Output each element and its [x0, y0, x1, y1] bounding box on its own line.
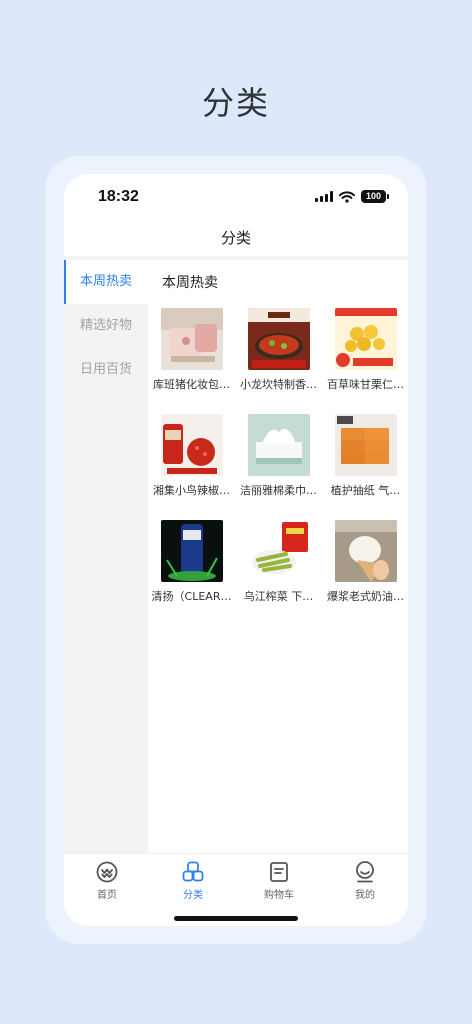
- product-card[interactable]: 湘集小鸟辣椒…: [148, 414, 235, 518]
- product-card[interactable]: 爆浆老式奶油…: [322, 520, 408, 624]
- nav-title: 分类: [220, 229, 251, 247]
- product-name: 乌江榨菜 下…: [243, 590, 314, 603]
- product-card[interactable]: 小龙坎特制香…: [235, 308, 322, 412]
- section-title: 本周热卖: [162, 275, 218, 291]
- product-image: [334, 308, 397, 370]
- status-time: 18:32: [98, 188, 139, 205]
- product-name: 清扬（CLEAR…: [151, 590, 232, 603]
- product-image: [247, 414, 310, 476]
- product-card[interactable]: 清扬（CLEAR…: [148, 520, 235, 624]
- product-card[interactable]: 库班猪化妆包…: [148, 308, 235, 412]
- category-icon: [182, 861, 204, 882]
- product-image: [247, 308, 310, 370]
- sidebar-item-weekly-hot[interactable]: 本周热卖: [64, 260, 148, 304]
- product-card[interactable]: 洁丽雅棉柔巾…: [235, 414, 322, 518]
- sidebar-item-selected-goods[interactable]: 精选好物: [64, 304, 148, 348]
- tab-label: 我的: [355, 890, 375, 901]
- product-name: 爆浆老式奶油…: [327, 590, 404, 603]
- tab-profile[interactable]: 我的: [322, 860, 408, 901]
- wifi-icon: [339, 190, 355, 203]
- product-image: [334, 520, 397, 582]
- tab-category[interactable]: 分类: [150, 860, 236, 901]
- tab-cart[interactable]: 购物车: [236, 860, 322, 901]
- page-heading: 分类: [201, 84, 270, 122]
- product-name: 小龙坎特制香…: [240, 378, 317, 391]
- tab-label: 分类: [183, 890, 203, 901]
- product-image: [334, 414, 397, 476]
- status-bar: 18:32 100: [64, 174, 408, 220]
- battery-icon: 100: [361, 190, 389, 203]
- home-icon: [96, 861, 118, 883]
- product-name: 湘集小鸟辣椒…: [153, 484, 230, 497]
- phone-screen: 18:32 100 分类 本周热卖 精选好物 日用百货 本周热卖 库班猪化妆包……: [64, 174, 408, 926]
- profile-icon: [356, 861, 374, 883]
- product-name: 库班猪化妆包…: [153, 378, 230, 391]
- product-name: 百草味甘栗仁…: [327, 378, 404, 391]
- product-card[interactable]: 植护抽纸 气…: [322, 414, 408, 518]
- product-image: [160, 414, 223, 476]
- product-image: [160, 308, 223, 370]
- cart-icon: [270, 862, 288, 882]
- product-card[interactable]: 百草味甘栗仁…: [322, 308, 408, 412]
- tab-label: 首页: [97, 890, 117, 901]
- sidebar-item-daily-goods[interactable]: 日用百货: [64, 348, 148, 392]
- product-name: 洁丽雅棉柔巾…: [240, 484, 317, 497]
- tab-label: 购物车: [264, 890, 294, 901]
- category-content: 本周热卖 库班猪化妆包… 小龙坎特制香… 百草味甘栗仁… 湘集小鸟辣椒… 洁丽雅…: [148, 260, 408, 853]
- product-card[interactable]: 乌江榨菜 下…: [235, 520, 322, 624]
- cellular-signal-icon: [315, 191, 333, 202]
- category-sidebar: 本周热卖 精选好物 日用百货: [64, 260, 148, 853]
- product-name: 植护抽纸 气…: [330, 484, 401, 497]
- product-image: [160, 520, 223, 582]
- tab-home[interactable]: 首页: [64, 860, 150, 901]
- home-indicator: [174, 916, 298, 921]
- product-image: [247, 520, 310, 582]
